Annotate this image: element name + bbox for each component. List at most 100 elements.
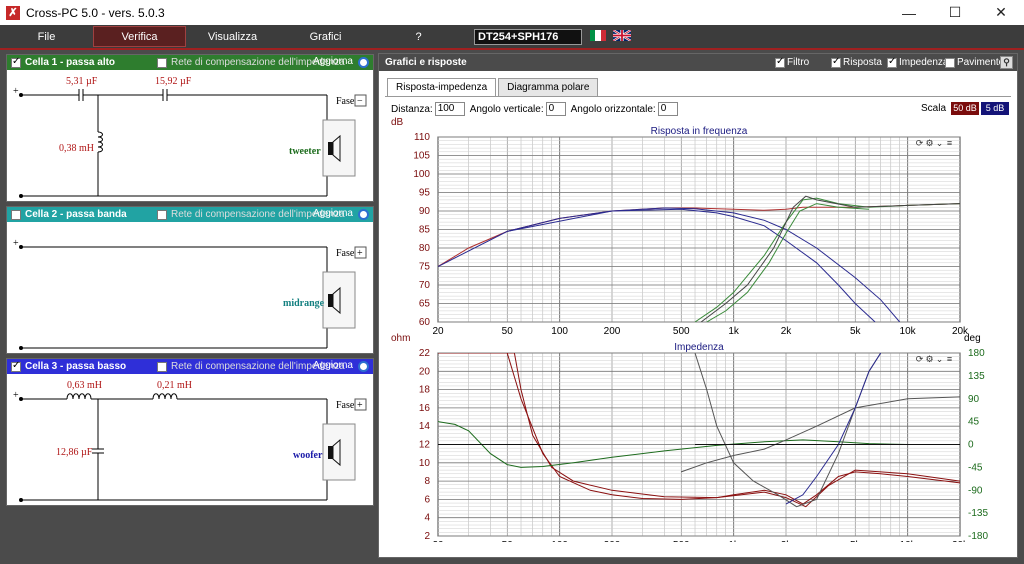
cell-2-panel: Cella 2 - passa banda Rete di compensazi… xyxy=(6,206,374,354)
gear-icon[interactable]: ⚙ xyxy=(925,138,934,148)
x-tick-label: 500 xyxy=(673,540,690,542)
refresh-icon[interactable] xyxy=(358,361,369,372)
y-tick-label: 60 xyxy=(419,317,431,328)
y-tick-label: 2 xyxy=(424,531,430,542)
y-axis-label: dB xyxy=(391,117,404,128)
impedance-chart: 22 20 18 16 14 12 10 8 6 4 2 180 135 90 45 0 -45 -90 -135 -… xyxy=(391,333,988,542)
gear-icon[interactable]: ⚙ xyxy=(925,354,934,364)
window-title: Cross-PC 5.0 - vers. 5.0.3 xyxy=(26,5,165,20)
y-tick-label: 12 xyxy=(419,440,431,451)
x-tick-label: 1k xyxy=(728,540,740,542)
minimize-button[interactable]: — xyxy=(886,0,932,25)
menu-verifica[interactable]: Verifica xyxy=(93,26,186,47)
x-tick-label: 500 xyxy=(673,326,690,337)
chevron-down-icon[interactable]: ⌄ xyxy=(935,138,944,148)
refresh-icon[interactable] xyxy=(358,57,369,68)
y-tick-label: 22 xyxy=(419,348,431,359)
cell-1-panel: Cella 1 - passa alto Rete di compensazio… xyxy=(6,54,374,202)
cell-1-update-label[interactable]: Aggiorna xyxy=(313,56,353,67)
y2-axis-label: deg xyxy=(964,333,981,344)
x-tick-label: 50 xyxy=(502,540,514,542)
x-tick-label: 20 xyxy=(432,540,444,542)
menu-visualizza[interactable]: Visualizza xyxy=(186,26,279,47)
y-tick-label: 80 xyxy=(419,243,431,254)
cell-3-panel: Cella 3 - passa basso Rete di compensazi… xyxy=(6,358,374,506)
y2-tick-label: 90 xyxy=(968,394,980,405)
cell-2-compensation-checkbox[interactable] xyxy=(157,209,167,220)
cell-1-c2-label: 15,92 µF xyxy=(155,76,192,87)
cell-1-l1-label: 0,38 mH xyxy=(59,143,94,154)
y2-tick-label: 45 xyxy=(968,417,980,428)
cell-3-l2-label: 0,21 mH xyxy=(157,380,192,391)
y-tick-label: 10 xyxy=(419,458,431,469)
y2-tick-label: 135 xyxy=(968,371,985,382)
refresh-icon[interactable]: ⟳ xyxy=(915,354,924,364)
x-tick-label: 100 xyxy=(551,326,568,337)
y2-tick-label: -180 xyxy=(968,531,988,542)
maximize-button[interactable]: ☐ xyxy=(932,0,978,25)
y-tick-label: 70 xyxy=(419,280,431,291)
y-tick-label: 95 xyxy=(419,188,431,199)
y-axis-label: ohm xyxy=(391,333,410,344)
chevron-down-icon[interactable]: ⌄ xyxy=(935,354,944,364)
imp-chart-tools: ⟳ ⚙ ⌄ ≡ xyxy=(915,354,954,364)
cell-3-l1-label: 0,63 mH xyxy=(67,380,102,391)
y-tick-label: 110 xyxy=(414,132,430,143)
cell-1-phase-label: Fase: xyxy=(336,96,357,107)
y-tick-label: 8 xyxy=(424,476,430,487)
cell-1-enable-checkbox[interactable] xyxy=(11,56,21,68)
x-tick-label: 5k xyxy=(850,326,862,337)
cell-3-compensation-checkbox[interactable] xyxy=(157,361,167,372)
cell-3-driver-label: woofer xyxy=(293,450,323,461)
x-tick-label: 100 xyxy=(551,540,568,542)
freq-chart-tools: ⟳ ⚙ ⌄ ≡ xyxy=(915,138,954,148)
x-tick-label: 20k xyxy=(952,540,969,542)
cell-1-title: Cella 1 - passa alto xyxy=(25,57,116,68)
y-tick-label: 14 xyxy=(419,421,431,432)
menu-icon[interactable]: ≡ xyxy=(945,138,954,148)
cell-3-c1-label: 12,86 µF xyxy=(56,447,93,458)
cell-1-schematic: + 5,31 µF 15,92 µF 0,38 mH tweeter Fase:… xyxy=(13,76,367,198)
cell-3-header: Cella 3 - passa basso Rete di compensazi… xyxy=(7,359,373,374)
svg-text:+: + xyxy=(13,390,19,401)
cell-3-phase-button-label: + xyxy=(357,400,363,411)
menu-help[interactable]: ? xyxy=(372,26,465,47)
frequency-response-chart: 110 105 100 95 90 85 80 75 70 65 6020 50 100 200 500 1k… xyxy=(391,117,969,337)
cell-1-phase-button-label: − xyxy=(357,96,363,107)
cell-2-update-label[interactable]: Aggiorna xyxy=(313,208,353,219)
x-tick-label: 200 xyxy=(604,540,621,542)
menu-icon[interactable]: ≡ xyxy=(945,354,954,364)
cell-2-phase-label: Fase: xyxy=(336,248,357,259)
cell-3-update-label[interactable]: Aggiorna xyxy=(313,360,353,371)
svg-text:+: + xyxy=(13,238,19,249)
cell-2-header: Cella 2 - passa banda Rete di compensazi… xyxy=(7,207,373,222)
y2-tick-label: -90 xyxy=(968,485,983,496)
cell-3-schematic: + 0,63 mH 0,21 mH 12,86 µF woofer Fase: … xyxy=(13,380,367,502)
chart-title: Risposta in frequenza xyxy=(651,126,748,137)
y-tick-label: 85 xyxy=(419,225,431,236)
cell-1-compensation-checkbox[interactable] xyxy=(157,57,167,68)
cell-2-driver-label: midrange xyxy=(283,298,325,309)
x-tick-label: 5k xyxy=(850,540,862,542)
cell-2-enable-checkbox[interactable] xyxy=(11,209,21,220)
x-tick-label: 2k xyxy=(781,540,793,542)
cell-3-enable-checkbox[interactable] xyxy=(11,360,21,372)
svg-text:+: + xyxy=(13,86,19,97)
menu-file[interactable]: File xyxy=(0,26,93,47)
cell-2-title: Cella 2 - passa banda xyxy=(25,209,127,220)
y-tick-label: 16 xyxy=(419,403,431,414)
y-tick-label: 100 xyxy=(413,169,430,180)
y-tick-label: 18 xyxy=(419,385,431,396)
refresh-icon[interactable] xyxy=(358,209,369,220)
italian-flag-icon[interactable] xyxy=(590,30,606,41)
project-select[interactable]: DT254+SPH176 xyxy=(474,29,582,45)
menu-grafici[interactable]: Grafici xyxy=(279,26,372,47)
x-tick-label: 200 xyxy=(604,326,621,337)
close-button[interactable]: ✕ xyxy=(978,0,1024,25)
english-flag-icon[interactable] xyxy=(612,29,632,42)
refresh-icon[interactable]: ⟳ xyxy=(915,138,924,148)
cell-1-c1-label: 5,31 µF xyxy=(66,76,98,87)
cell-2-schematic: + midrange Fase: + xyxy=(13,238,367,350)
y-tick-label: 75 xyxy=(419,262,431,273)
y2-tick-label: -45 xyxy=(968,462,983,473)
